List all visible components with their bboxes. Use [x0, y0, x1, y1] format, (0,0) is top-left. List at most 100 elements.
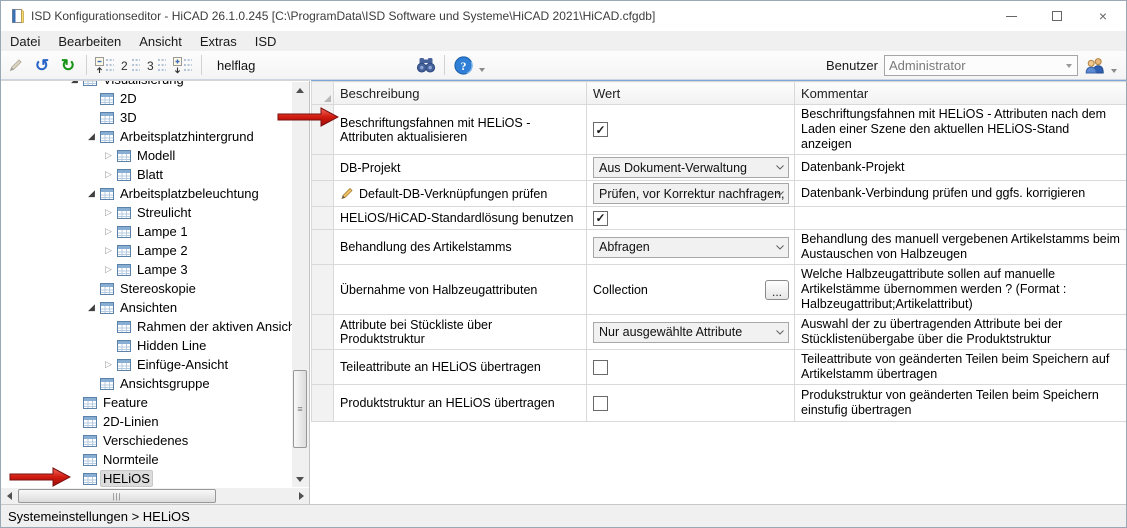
tree-item-lampe-2[interactable]: ▷ Lampe 2: [1, 241, 292, 260]
collapsed-triangle-icon[interactable]: ▷: [100, 150, 117, 161]
ellipsis-button[interactable]: ...: [765, 279, 789, 300]
row-gutter-cell[interactable]: [311, 229, 334, 265]
expanded-triangle-icon[interactable]: ◢: [83, 131, 100, 142]
tree-item-arbeitsplatzbeleuchtung[interactable]: ◢ Arbeitsplatzbeleuchtung: [1, 184, 292, 203]
collapsed-triangle-icon[interactable]: ▷: [100, 226, 117, 237]
edit-pencil-icon: [9, 59, 22, 72]
value-dropdown[interactable]: Abfragen: [593, 236, 789, 258]
expanded-triangle-icon[interactable]: ◢: [83, 188, 100, 199]
collapsed-triangle-icon[interactable]: ▷: [100, 264, 117, 275]
column-header-beschreibung[interactable]: Beschreibung: [333, 81, 587, 105]
row-gutter-cell[interactable]: [311, 384, 334, 422]
collapsed-triangle-icon[interactable]: ▷: [100, 207, 117, 218]
menu-isd[interactable]: ISD: [246, 32, 286, 51]
tree-item-lampe-1[interactable]: ▷ Lampe 1: [1, 222, 292, 241]
help-button[interactable]: ?: [451, 53, 475, 77]
checkbox-unchecked[interactable]: [593, 395, 608, 411]
table-corner-cell[interactable]: [311, 81, 334, 105]
expanded-triangle-icon[interactable]: ◢: [66, 81, 83, 85]
minimize-button[interactable]: [988, 1, 1034, 31]
collapsed-triangle-icon[interactable]: ▷: [100, 169, 117, 180]
setting-row: Beschriftungsfahnen mit HELiOS - Attribu…: [311, 104, 1126, 155]
window-title: ISD Konfigurationseditor - HiCAD 26.1.0.…: [31, 9, 656, 23]
tree-item-2d[interactable]: 2D: [1, 89, 292, 108]
checkbox-checked[interactable]: ✓: [593, 210, 608, 226]
scroll-down-button[interactable]: [292, 471, 308, 487]
toolbar: ↺ ↻ 2 3 ? Benutzer Administrator: [1, 51, 1126, 80]
scroll-up-button[interactable]: [292, 82, 308, 98]
table-settings-icon: [100, 92, 117, 105]
value-dropdown[interactable]: Prüfen, vor Korrektur nachfragen,: [593, 183, 789, 204]
row-gutter-cell[interactable]: [311, 154, 334, 181]
menu-ansicht[interactable]: Ansicht: [130, 32, 191, 51]
find-button[interactable]: [414, 53, 438, 77]
tree-item-stereoskopie[interactable]: Stereoskopie: [1, 279, 292, 298]
menu-bearbeiten[interactable]: Bearbeiten: [49, 32, 130, 51]
value-dropdown[interactable]: Nur ausgewählte Attribute: [593, 321, 789, 343]
tree-item-blatt[interactable]: ▷ Blatt: [1, 165, 292, 184]
tree-item-lampe-3[interactable]: ▷ Lampe 3: [1, 260, 292, 279]
row-gutter-cell[interactable]: [311, 206, 334, 230]
row-gutter-cell[interactable]: [311, 104, 334, 155]
horizontal-scroll-thumb[interactable]: |||: [18, 489, 216, 503]
vertical-scroll-thumb[interactable]: ≡: [293, 370, 307, 448]
table-settings-icon: [100, 377, 117, 390]
tree-item-label: Ansichten: [120, 300, 178, 315]
toolbar-overflow-button[interactable]: [1108, 55, 1120, 77]
menu-extras[interactable]: Extras: [191, 32, 246, 51]
tree-item-rahmen-der-aktiven-ansicht[interactable]: Rahmen der aktiven Ansicht: [1, 317, 299, 336]
tree-item-visualisierung[interactable]: ◢ Visualisierung: [1, 81, 292, 89]
collapsed-triangle-icon[interactable]: ▷: [100, 245, 117, 256]
expanded-triangle-icon[interactable]: ◢: [83, 302, 100, 313]
tree-item-verschiedenes[interactable]: Verschiedenes: [1, 431, 292, 450]
binoculars-search-icon: [416, 58, 436, 73]
checkbox-checked[interactable]: ✓: [593, 122, 608, 137]
search-input[interactable]: [215, 55, 413, 75]
undo-button[interactable]: ↺: [30, 53, 54, 77]
tree-item-modell[interactable]: ▷ Modell: [1, 146, 292, 165]
edit-button[interactable]: [4, 53, 28, 77]
value-dropdown[interactable]: Aus Dokument-Verwaltung: [593, 157, 789, 178]
toolbar-overflow-button[interactable]: [476, 54, 488, 76]
row-gutter-cell[interactable]: [311, 349, 334, 385]
tree-item-normteile[interactable]: Normteile: [1, 450, 292, 469]
expand-level-3-button[interactable]: 3: [145, 53, 169, 77]
tree-item-streulicht[interactable]: ▷ Streulicht: [1, 203, 292, 222]
row-gutter-cell[interactable]: [311, 180, 334, 207]
tree-item-feature[interactable]: Feature: [1, 393, 292, 412]
close-button[interactable]: ×: [1080, 1, 1126, 31]
tree-item-2d-linien[interactable]: 2D-Linien: [1, 412, 292, 431]
arrow-left-icon: [6, 492, 12, 500]
tree-item-ansichten[interactable]: ◢ Ansichten: [1, 298, 292, 317]
benutzer-dropdown[interactable]: Administrator: [884, 55, 1078, 76]
maximize-button[interactable]: [1034, 1, 1080, 31]
setting-description: Produktstruktur an HELiOS übertragen: [340, 396, 555, 410]
tree-vertical-scrollbar[interactable]: ≡: [292, 82, 309, 487]
scroll-left-button[interactable]: [1, 488, 17, 504]
row-gutter-cell[interactable]: [311, 314, 334, 350]
collapse-tree-button[interactable]: [93, 53, 117, 77]
expand-level-2-button[interactable]: 2: [119, 53, 143, 77]
arrow-down-icon: [296, 476, 304, 482]
refresh-icon: ↻: [60, 55, 76, 75]
expand-tree-button[interactable]: [171, 53, 195, 77]
checkbox-unchecked[interactable]: [593, 359, 608, 375]
tree-item-einf-ge-ansicht[interactable]: ▷ Einfüge-Ansicht: [1, 355, 292, 374]
tree-item-ansichtsgruppe[interactable]: Ansichtsgruppe: [1, 374, 292, 393]
scroll-right-button[interactable]: [293, 488, 309, 504]
tree-item-hidden-line[interactable]: Hidden Line: [1, 336, 292, 355]
collapsed-triangle-icon[interactable]: ▷: [100, 359, 117, 370]
tree-item-label: Arbeitsplatzbeleuchtung: [120, 186, 259, 201]
tree-item-arbeitsplatzhintergrund[interactable]: ◢ Arbeitsplatzhintergrund: [1, 127, 292, 146]
menu-datei[interactable]: Datei: [1, 32, 49, 51]
column-header-kommentar[interactable]: Kommentar: [794, 81, 1126, 105]
tree-item-helios[interactable]: HELiOS: [1, 469, 292, 488]
column-header-wert[interactable]: Wert: [586, 81, 795, 105]
refresh-button[interactable]: ↻: [56, 53, 80, 77]
tree-item-label: Blatt: [137, 167, 164, 182]
tree-item-3d[interactable]: 3D: [1, 108, 292, 127]
setting-description-cell: Produktstruktur an HELiOS übertragen: [333, 384, 587, 422]
user-management-button[interactable]: [1083, 54, 1107, 78]
row-gutter-cell[interactable]: [311, 264, 334, 315]
tree-horizontal-scrollbar[interactable]: |||: [1, 488, 309, 504]
